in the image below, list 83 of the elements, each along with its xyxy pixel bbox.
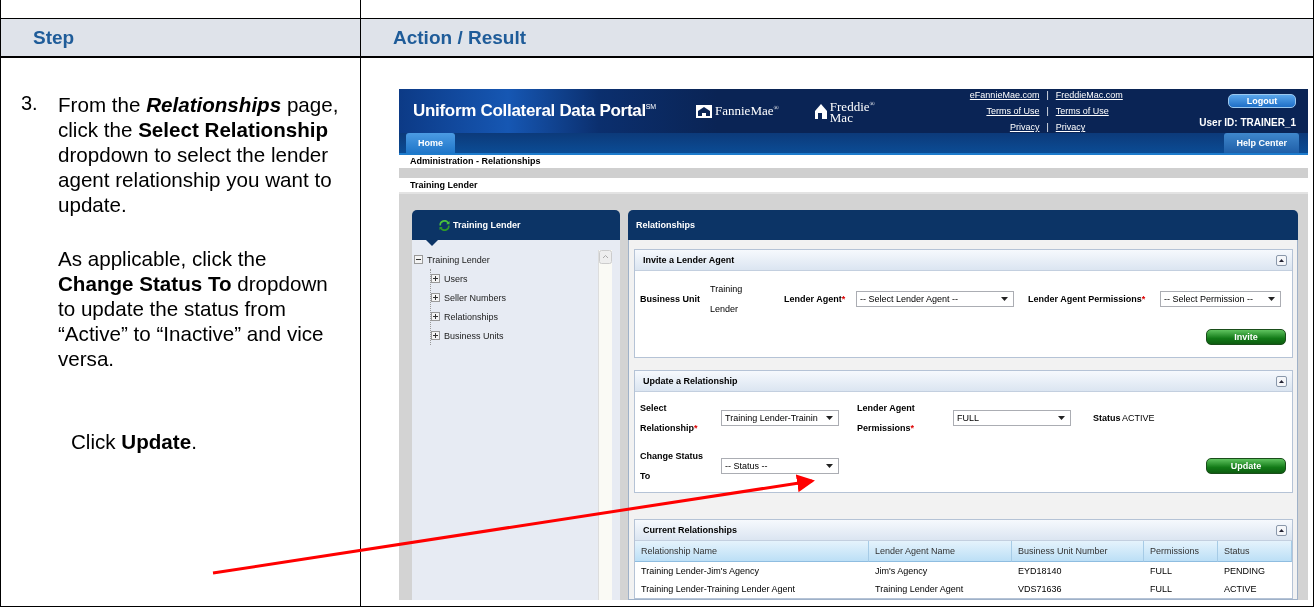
select-dropdown[interactable]: -- Select Permission --	[1160, 291, 1281, 307]
link-separator: |	[1046, 122, 1049, 133]
freddie-logo-text: Mac	[829, 112, 853, 124]
table-cell-text: FULL	[1149, 583, 1173, 596]
field-label: Business Unit	[640, 294, 701, 304]
table-cell-text: PENDING	[1223, 565, 1266, 578]
table-cell-text: Training Lender-Jim's Agency	[640, 565, 760, 578]
header-link[interactable]: FreddieMac.com	[1055, 90, 1123, 101]
breadcrumb: Administration - Relationships	[399, 155, 1308, 169]
collapse-icon[interactable]	[1276, 524, 1287, 536]
link-separator: |	[1046, 106, 1049, 117]
invite-button[interactable]: Invite	[1206, 329, 1286, 345]
house-icon	[696, 104, 712, 118]
tree-item[interactable]: Seller Numbers	[444, 292, 507, 303]
table-cell-text: ACTIVE	[1223, 583, 1258, 596]
section-title: Invite a Lender Agent	[643, 255, 735, 265]
update-button[interactable]: Update	[1206, 458, 1286, 474]
field-label: Change Status To	[640, 450, 704, 483]
expand-icon[interactable]	[431, 293, 440, 302]
instruction-text: Click Update.	[71, 429, 198, 454]
column-header: Step	[33, 26, 75, 49]
select-dropdown[interactable]: -- Status --	[721, 458, 839, 474]
field-label: Select Relationship*	[640, 402, 699, 435]
column-header[interactable]: Business Unit Number	[1012, 541, 1144, 562]
header-link[interactable]: Privacy	[1055, 122, 1086, 133]
header-link[interactable]: Privacy	[1009, 122, 1040, 133]
column-header[interactable]: Status	[1218, 541, 1292, 562]
instruction-text: From the Relationships page, click the Select Relationship dropdown to select the lender agent relationship you want to update.	[58, 92, 339, 217]
expand-icon[interactable]	[431, 274, 440, 283]
refresh-icon	[439, 219, 450, 231]
tree-item[interactable]: Users	[444, 273, 468, 284]
table-cell-text: Jim's Agency	[874, 565, 929, 578]
tree-item[interactable]: Training Lender	[427, 254, 490, 265]
logout-button[interactable]: Logout	[1228, 94, 1296, 109]
field-label: Lender Agent Permissions*	[1028, 293, 1146, 306]
status-value: ACTIVE	[1122, 412, 1155, 425]
caret-icon	[826, 416, 833, 420]
field-label: Lender Agent*	[784, 293, 846, 306]
portal-title: Uniform Collateral Data Portal$^{SM}$	[413, 101, 657, 122]
section-title: Current Relationships	[643, 525, 737, 535]
header-link[interactable]: Terms of Use	[1055, 106, 1109, 117]
table-cell-text: EYD18140	[1017, 565, 1063, 578]
freddie-logo-text: Freddie$^{®}$	[829, 98, 875, 113]
caret-icon	[1058, 416, 1065, 420]
panel-title: Training Lender	[453, 220, 521, 230]
expand-icon[interactable]	[431, 331, 440, 340]
header-link[interactable]: eFannieMae.com	[969, 90, 1040, 101]
user-id: User ID: TRAINER_1	[1199, 117, 1296, 129]
collapse-icon[interactable]	[1276, 254, 1287, 266]
select-dropdown[interactable]: -- Select Lender Agent --	[856, 291, 1014, 307]
table-cell-text: VDS71636	[1017, 583, 1063, 596]
caret-icon	[1268, 297, 1275, 301]
step-number: 3.	[21, 92, 39, 116]
collapse-icon[interactable]	[1276, 375, 1287, 387]
column-header[interactable]: Relationship Name	[635, 541, 869, 562]
tree-item[interactable]: Relationships	[444, 311, 499, 322]
select-dropdown[interactable]: FULL	[953, 410, 1071, 426]
link-separator: |	[1046, 90, 1049, 101]
nav-tab[interactable]: Help Center	[1224, 133, 1299, 154]
select-dropdown[interactable]: Training Lender-Trainin	[721, 410, 839, 426]
column-header[interactable]: Permissions	[1144, 541, 1218, 562]
nav-tab[interactable]: Home	[406, 133, 455, 154]
section-title: Update a Relationship	[643, 376, 738, 386]
panel-title: Relationships	[636, 220, 695, 230]
field-value: Training Lender	[710, 283, 744, 316]
house-icon	[814, 103, 827, 120]
instruction-text: As applicable, click the Change Status To dropdown to update the status from “Active” to “Inactive” and vice versa.	[58, 246, 329, 371]
caret-icon	[826, 464, 833, 468]
field-label: Status	[1093, 413, 1122, 423]
collapse-icon[interactable]	[414, 255, 423, 264]
page-title: Training Lender	[410, 180, 478, 190]
table-cell-text: Training Lender Agent	[874, 583, 965, 596]
expand-icon[interactable]	[431, 312, 440, 321]
fannie-logo-text: FannieMae$^{®}$	[715, 103, 779, 120]
column-header[interactable]: Lender Agent Name	[869, 541, 1012, 562]
tree-item[interactable]: Business Units	[444, 330, 504, 341]
caret-icon	[1001, 297, 1008, 301]
table-cell-text: FULL	[1149, 565, 1173, 578]
scrollbar[interactable]	[598, 250, 612, 600]
field-label: Lender Agent Permissions*	[857, 402, 916, 435]
table-cell-text: Training Lender-Training Lender Agent	[640, 583, 796, 596]
header-link[interactable]: Terms of Use	[986, 106, 1040, 117]
column-header: Action / Result	[393, 26, 526, 49]
